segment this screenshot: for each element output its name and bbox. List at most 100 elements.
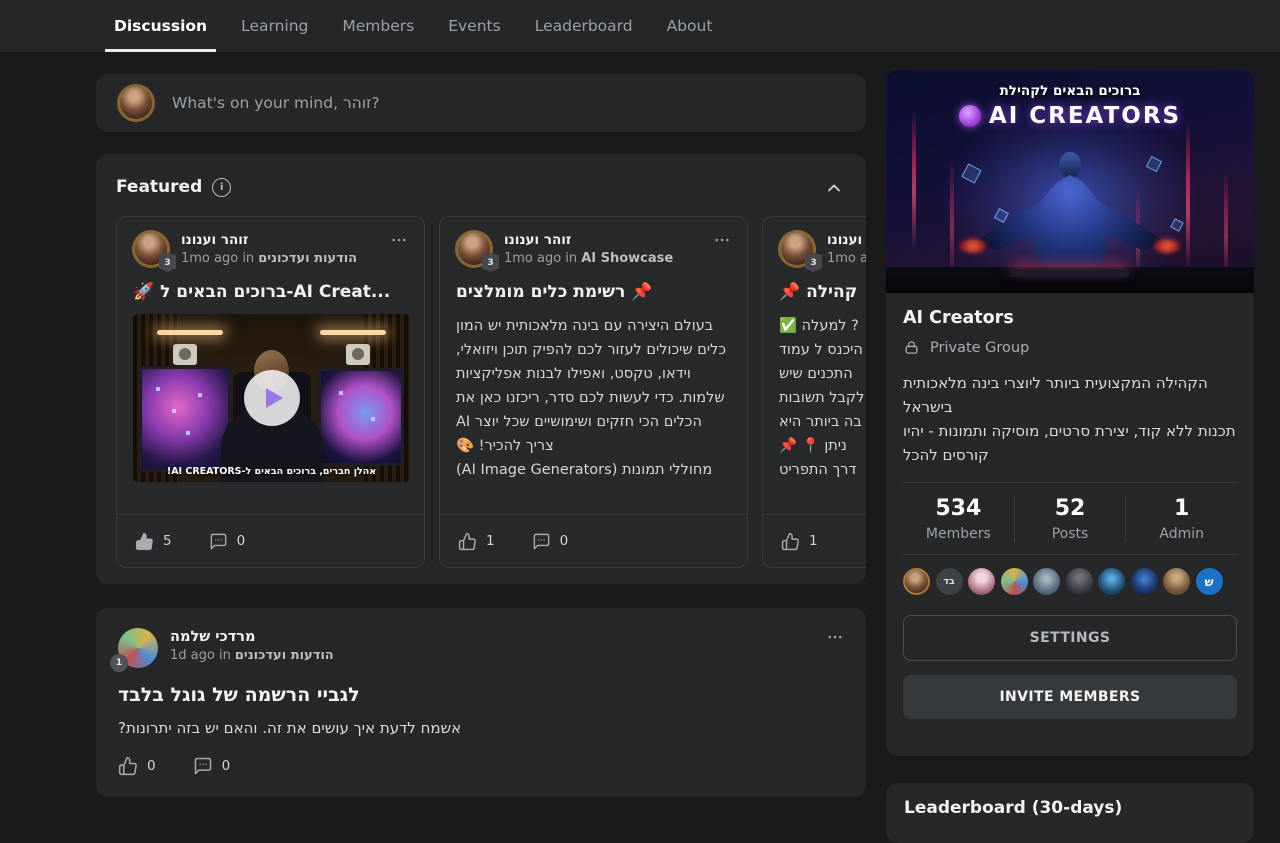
author-avatar[interactable]: 3 — [456, 231, 492, 267]
member-avatar[interactable] — [1131, 568, 1158, 595]
author-avatar[interactable]: 3 — [133, 231, 169, 267]
level-badge: 3 — [805, 253, 822, 272]
level-badge: 3 — [482, 253, 499, 272]
comment-count: 0 — [560, 533, 569, 549]
more-options-icon[interactable] — [826, 628, 844, 646]
post-body: ? למעלה ✅ היכנס ל עמוד התכנים שיש לקבל ת… — [779, 314, 866, 482]
level-badge: 3 — [159, 253, 176, 272]
monitor-right — [318, 368, 404, 466]
lock-icon — [903, 339, 920, 356]
comment-count: 0 — [222, 758, 231, 774]
speaker — [173, 344, 197, 365]
category-link[interactable]: הודעות ועדכונים — [235, 648, 334, 663]
post-composer[interactable]: What's on your mind, זוהר? — [96, 74, 866, 132]
member-avatar[interactable] — [1001, 568, 1028, 595]
like-count: 1 — [809, 533, 818, 549]
category-link[interactable]: AI Showcase — [581, 251, 673, 266]
banner-figure — [1059, 152, 1081, 178]
group-sidebar: ברוכים הבאים לקהילת AI CREATORS AI Creat… — [886, 70, 1254, 756]
current-user-avatar[interactable] — [118, 85, 154, 121]
group-description: הקהילה המקצועית ביותר ליוצרי בינה מלאכות… — [903, 371, 1237, 467]
post-body: אשמח לדעת איך עושים את זה. והאם יש בזה י… — [118, 719, 844, 737]
banner-welcome-text: ברוכים הבאים לקהילת — [886, 83, 1254, 99]
privacy-label: Private Group — [930, 340, 1029, 356]
studio-light — [320, 330, 386, 335]
member-avatar[interactable] — [968, 568, 995, 595]
author-name[interactable]: זוהר וענונו — [504, 232, 701, 248]
featured-heading: Featured — [116, 177, 202, 197]
stat-admin: 1 Admin — [1125, 496, 1237, 542]
author-avatar[interactable]: 3 — [779, 231, 815, 267]
leaderboard-card: Leaderboard (30-days) — [886, 783, 1254, 843]
tab-learning[interactable]: Learning — [241, 0, 308, 52]
featured-section: Featured i 3 זוהר וענונו 1mo ago inהודעו… — [96, 154, 866, 584]
member-avatars-row: בד ש — [903, 555, 1237, 598]
group-stats: 534 Members 52 Posts 1 Admin — [903, 483, 1237, 554]
author-name[interactable]: זוהר וענונו — [181, 232, 378, 248]
more-options-icon[interactable] — [390, 231, 408, 249]
post-title[interactable]: קהילה 📌 — [779, 282, 866, 302]
like-icon[interactable] — [781, 532, 800, 551]
like-count: 5 — [163, 533, 172, 549]
member-avatar[interactable] — [1033, 568, 1060, 595]
tab-leaderboard[interactable]: Leaderboard — [535, 0, 633, 52]
member-avatar[interactable]: בד — [936, 568, 963, 595]
invite-members-button[interactable]: INVITE MEMBERS — [903, 675, 1237, 719]
post-title[interactable]: לגביי הרשמה של גוגל בלבד — [118, 684, 844, 706]
comment-icon[interactable] — [532, 532, 551, 551]
leaderboard-heading: Leaderboard (30-days) — [904, 798, 1236, 818]
author-name[interactable]: זוהר וענונו — [827, 232, 866, 248]
member-avatar[interactable] — [1098, 568, 1125, 595]
group-name[interactable]: AI Creators — [903, 308, 1237, 328]
featured-post-card-3[interactable]: 3 זוהר וענונו 1mo ago in קהילה 📌 ? למעלה… — [762, 216, 866, 568]
more-options-icon[interactable] — [713, 231, 731, 249]
post-meta: 1d ago inהודעות ועדכונים — [170, 648, 814, 663]
member-avatar[interactable] — [1163, 568, 1190, 595]
featured-carousel: 3 זוהר וענונו 1mo ago inהודעות ועדכונים … — [116, 216, 866, 570]
brain-logo-icon — [959, 105, 981, 127]
monitor-left — [139, 366, 231, 472]
like-icon[interactable] — [118, 756, 138, 776]
stat-posts: 52 Posts — [1014, 496, 1126, 542]
feed-post[interactable]: 1 מרדכי שלמה 1d ago inהודעות ועדכונים לג… — [96, 608, 866, 797]
level-badge: 1 — [110, 654, 128, 672]
tab-events[interactable]: Events — [448, 0, 500, 52]
author-name[interactable]: מרדכי שלמה — [170, 629, 814, 645]
like-count: 1 — [486, 533, 495, 549]
play-button-icon[interactable] — [244, 370, 300, 426]
category-link[interactable]: הודעות ועדכונים — [258, 251, 357, 266]
comment-icon[interactable] — [193, 756, 213, 776]
post-meta: 1mo ago inהודעות ועדכונים — [181, 251, 378, 266]
like-icon[interactable] — [135, 532, 154, 551]
stat-members: 534 Members — [903, 496, 1014, 542]
info-icon[interactable]: i — [212, 178, 231, 197]
featured-post-card-1[interactable]: 3 זוהר וענונו 1mo ago inהודעות ועדכונים … — [116, 216, 425, 568]
post-title[interactable]: 📌 רשימת כלים מומלצים — [456, 282, 731, 302]
video-thumbnail[interactable]: אהלן חברים, ברוכים הבאים ל-AI CREATORS! — [133, 314, 410, 482]
chevron-up-icon — [824, 178, 844, 198]
top-nav: Discussion Learning Members Events Leade… — [0, 0, 1280, 52]
post-meta: 1mo ago inAI Showcase — [504, 251, 701, 266]
speaker — [346, 344, 370, 365]
post-body: בעולם היצירה עם בינה מלאכותית יש המון כל… — [456, 314, 731, 482]
banner-keyboard — [1011, 269, 1129, 277]
author-avatar[interactable]: 1 — [118, 628, 158, 668]
studio-light — [157, 330, 223, 335]
banner-group-name: AI CREATORS — [989, 103, 1181, 129]
member-avatar[interactable] — [1066, 568, 1093, 595]
group-banner[interactable]: ברוכים הבאים לקהילת AI CREATORS — [886, 70, 1254, 293]
like-icon[interactable] — [458, 532, 477, 551]
post-meta: 1mo ago in — [827, 251, 866, 266]
member-avatar[interactable] — [903, 568, 930, 595]
featured-post-card-2[interactable]: 3 זוהר וענונו 1mo ago inAI Showcase 📌 רש… — [439, 216, 748, 568]
post-title[interactable]: 🚀 ברוכים הבאים ל-AI Creat... — [133, 282, 408, 302]
comment-icon[interactable] — [209, 532, 228, 551]
settings-button[interactable]: SETTINGS — [903, 615, 1237, 661]
tab-about[interactable]: About — [667, 0, 713, 52]
member-avatar[interactable]: ש — [1196, 568, 1223, 595]
tab-discussion[interactable]: Discussion — [114, 0, 207, 52]
collapse-featured-button[interactable] — [824, 178, 844, 198]
comment-count: 0 — [237, 533, 246, 549]
like-count: 0 — [147, 758, 156, 774]
tab-members[interactable]: Members — [342, 0, 414, 52]
